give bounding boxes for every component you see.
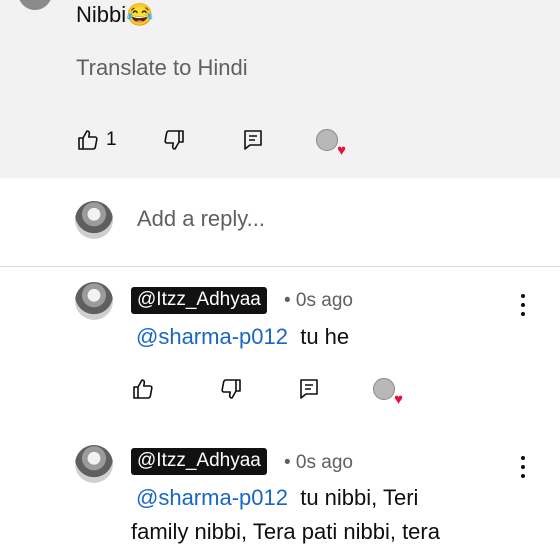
thumbs-down-icon <box>221 379 241 399</box>
mention-link[interactable]: @sharma-p012 <box>136 485 288 510</box>
comment-icon <box>244 130 262 150</box>
translate-link[interactable]: Translate to Hindi <box>76 55 248 81</box>
reply-text-line: tu he <box>300 324 350 349</box>
reply-input[interactable]: Add a reply... <box>137 206 265 232</box>
reply-button[interactable] <box>297 377 321 401</box>
avatar[interactable] <box>18 0 52 10</box>
mention-link[interactable]: @sharma-p012 <box>136 324 288 349</box>
avatar <box>75 201 113 239</box>
author-handle[interactable]: @Itzz_Adhyaa <box>131 287 267 314</box>
thumbs-up-icon <box>78 130 98 150</box>
timestamp: • 0s ago <box>284 452 353 473</box>
like-button[interactable]: 1 <box>76 128 117 152</box>
avatar[interactable] <box>75 282 113 320</box>
reply-text: @sharma-p012 tu nibbi, Teri family nibbi… <box>131 481 531 549</box>
avatar[interactable] <box>75 445 113 483</box>
more-vertical-icon[interactable] <box>513 292 533 318</box>
thumbs-up-icon <box>133 379 153 399</box>
dislike-button[interactable] <box>219 377 243 401</box>
creator-heart-badge: ♥ <box>373 378 403 407</box>
creator-heart-badge: ♥ <box>316 129 346 158</box>
like-count: 1 <box>106 129 117 150</box>
dislike-button[interactable] <box>162 128 186 152</box>
heart-icon: ♥ <box>394 391 403 408</box>
comment-icon <box>300 379 318 399</box>
heart-icon: ♥ <box>337 142 346 159</box>
reply-input-row[interactable]: Add a reply... <box>0 178 560 267</box>
reply-text-line: tu nibbi, Teri <box>300 485 419 510</box>
more-vertical-icon[interactable] <box>513 454 533 480</box>
like-button[interactable] <box>131 377 155 401</box>
thumbs-down-icon <box>164 130 184 150</box>
reply-text-line: family nibbi, Tera pati nibbi, tera <box>131 519 440 544</box>
comment-text: Nibbi😂 <box>76 2 154 27</box>
author-handle[interactable]: @Itzz_Adhyaa <box>131 448 267 475</box>
timestamp: • 0s ago <box>284 290 353 311</box>
reply-text: @sharma-p012 tu he <box>136 320 496 354</box>
parent-comment: Nibbi😂 Translate to Hindi 1 ♥ <box>0 0 560 178</box>
avatar <box>373 378 395 400</box>
reply-button[interactable] <box>241 128 265 152</box>
avatar <box>316 129 338 151</box>
